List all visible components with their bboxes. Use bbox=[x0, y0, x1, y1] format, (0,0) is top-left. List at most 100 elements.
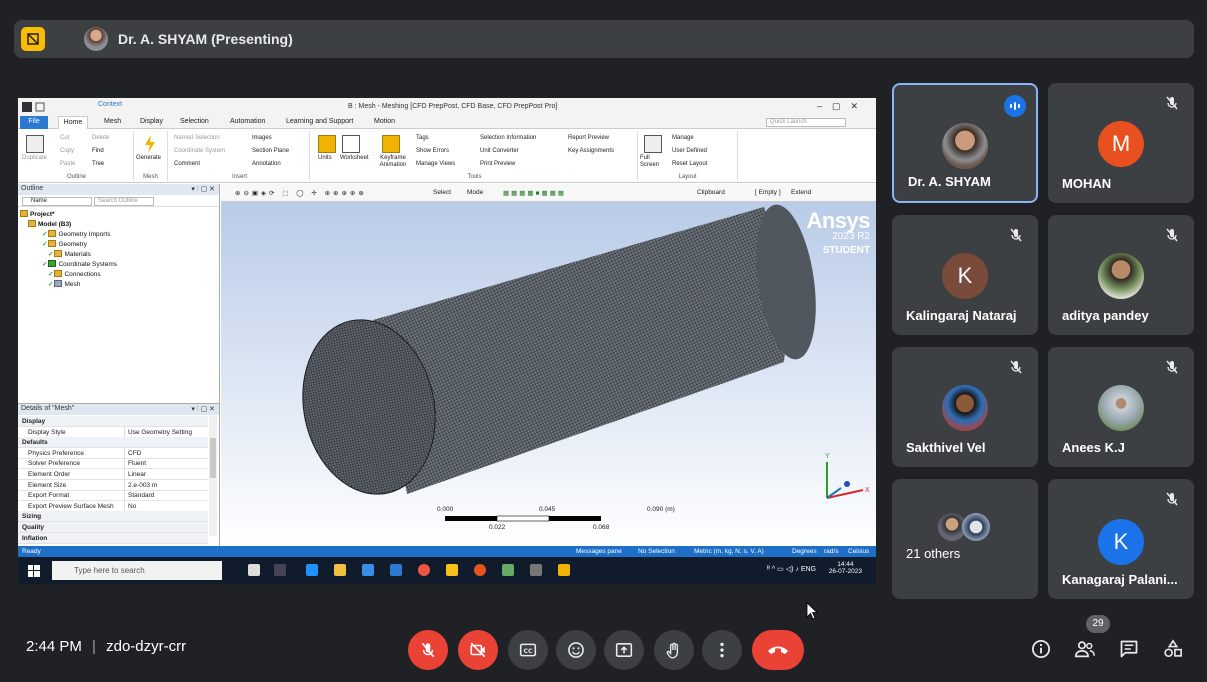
user-defined-button[interactable]: User Defined bbox=[672, 148, 707, 154]
report-preview-button[interactable]: Report Preview bbox=[568, 135, 609, 141]
delete-button[interactable]: Delete bbox=[92, 135, 109, 141]
taskbar-clock[interactable]: 14:44 26-07-2023 bbox=[829, 561, 862, 575]
file-explorer-icon[interactable] bbox=[334, 564, 346, 576]
images-button[interactable]: Images bbox=[252, 135, 272, 141]
units-button[interactable]: Units bbox=[318, 155, 332, 161]
zoom-tools-icons[interactable]: ⊕⊖▣◈⟳ ⬚ ◯ ✛ ⊕⊕⊕⊕⊕ bbox=[235, 189, 367, 197]
selection-filter-icons[interactable]: ▦▦▦▦■▦▦▦ bbox=[503, 189, 566, 197]
generate-icon[interactable] bbox=[143, 135, 157, 153]
tree-item-connections[interactable]: ✓ Connections bbox=[48, 270, 101, 278]
details-value[interactable]: CFD bbox=[124, 447, 141, 458]
details-group-row[interactable]: Sizing bbox=[18, 511, 208, 523]
tree-item-mesh[interactable]: ✓ Mesh bbox=[48, 280, 80, 288]
participant-tile-mohan[interactable]: M MOHAN bbox=[1048, 83, 1194, 203]
chat-button[interactable] bbox=[1116, 636, 1142, 662]
tab-mesh[interactable]: Mesh bbox=[104, 118, 121, 125]
details-group-row[interactable]: Defaults bbox=[18, 437, 208, 449]
tree-item-model[interactable]: Model (B3) bbox=[28, 220, 71, 228]
details-group-row[interactable]: Display bbox=[18, 416, 208, 427]
find-button[interactable]: Find bbox=[92, 148, 104, 154]
details-value[interactable]: Linear bbox=[124, 469, 146, 479]
tags-button[interactable]: Tags bbox=[416, 135, 429, 141]
section-plane-button[interactable]: Section Plane bbox=[252, 148, 289, 154]
edge-icon[interactable] bbox=[306, 564, 318, 576]
system-tray[interactable]: ᴿ ^ ▭ ◁) ♪ ENG bbox=[767, 565, 816, 573]
manage-views-button[interactable]: Manage Views bbox=[416, 161, 455, 167]
window-controls[interactable]: –▢✕ bbox=[817, 101, 868, 112]
cut-button[interactable]: Cut bbox=[60, 135, 69, 141]
present-button[interactable] bbox=[604, 630, 644, 670]
details-row[interactable]: Export Preview Surface Mesh No bbox=[18, 500, 208, 512]
keyframe-animation-button[interactable]: Keyframe Animation bbox=[376, 155, 410, 169]
tree-button[interactable]: Tree bbox=[92, 161, 104, 167]
tab-learning[interactable]: Learning and Support bbox=[286, 118, 353, 125]
windows-start-icon[interactable] bbox=[28, 565, 40, 577]
select-button[interactable]: Select bbox=[433, 189, 451, 196]
tree-item-geometry[interactable]: ✓ Geometry bbox=[42, 240, 87, 248]
store-icon[interactable] bbox=[362, 564, 374, 576]
tab-file[interactable]: File bbox=[20, 116, 48, 129]
activities-button[interactable] bbox=[1160, 636, 1186, 662]
people-button[interactable] bbox=[1072, 636, 1098, 662]
details-row[interactable]: Export Format Standard bbox=[18, 490, 208, 502]
copy-button[interactable]: Copy bbox=[60, 148, 74, 154]
details-group-row[interactable]: Quality bbox=[18, 522, 208, 533]
tree-item-project[interactable]: Project* bbox=[20, 210, 55, 218]
details-value[interactable]: 2.e-003 m bbox=[124, 479, 157, 490]
name-filter-select[interactable]: Name bbox=[22, 197, 92, 206]
details-row[interactable]: Display Style Use Geometry Setting bbox=[18, 426, 208, 438]
rad-status[interactable]: rad/s bbox=[824, 548, 838, 555]
participant-tile-aditya[interactable]: aditya pandey bbox=[1048, 215, 1194, 335]
worksheet-button[interactable]: Worksheet bbox=[340, 155, 369, 161]
captions-button[interactable]: CC bbox=[508, 630, 548, 670]
meeting-code[interactable]: zdo-dzyr-crr bbox=[106, 638, 186, 655]
details-row[interactable]: Element Size 2.e-003 m bbox=[18, 479, 208, 491]
tab-display[interactable]: Display bbox=[140, 118, 163, 125]
paste-button[interactable]: Paste bbox=[60, 161, 75, 167]
chrome-icon[interactable] bbox=[418, 564, 430, 576]
generate-button[interactable]: Generate bbox=[136, 155, 161, 161]
coordinate-system-button[interactable]: Coordinate System bbox=[174, 148, 225, 154]
worksheet-icon[interactable] bbox=[342, 135, 360, 153]
raise-hand-button[interactable] bbox=[654, 630, 694, 670]
temperature-status[interactable]: Celsius bbox=[848, 548, 869, 555]
details-row[interactable]: Physics Preference CFD bbox=[18, 447, 208, 459]
panel-controls[interactable]: ▾ ⫶ ▢ ✕ bbox=[191, 185, 215, 194]
task-view-icon[interactable] bbox=[274, 564, 286, 576]
reset-layout-button[interactable]: Reset Layout bbox=[672, 161, 707, 167]
mic-toggle-button[interactable] bbox=[408, 630, 448, 670]
leave-call-button[interactable] bbox=[752, 630, 804, 670]
extend-button[interactable]: Extend bbox=[791, 189, 811, 196]
tree-item-coordinate-systems[interactable]: ✓ Coordinate Systems bbox=[42, 260, 117, 268]
camera-toggle-button[interactable] bbox=[458, 630, 498, 670]
participant-tile-kanagaraj[interactable]: K Kanagaraj Palani... bbox=[1048, 479, 1194, 599]
mode-button[interactable]: Mode bbox=[467, 189, 483, 196]
tab-selection[interactable]: Selection bbox=[180, 118, 209, 125]
pin-icon[interactable] bbox=[21, 27, 45, 51]
details-group-row[interactable]: Inflation bbox=[18, 532, 208, 544]
details-value[interactable]: Standard bbox=[124, 490, 154, 501]
duplicate-icon[interactable] bbox=[26, 135, 44, 153]
annotation-button[interactable]: Annotation bbox=[252, 161, 281, 167]
details-value[interactable]: Use Geometry Setting bbox=[124, 426, 192, 437]
taskbar-search-input[interactable]: Type here to search bbox=[52, 561, 222, 580]
mic-taskbar-icon[interactable] bbox=[248, 564, 260, 576]
meshing-icon[interactable] bbox=[530, 564, 542, 576]
meeting-details-button[interactable] bbox=[1028, 636, 1054, 662]
more-options-button[interactable] bbox=[702, 630, 742, 670]
participant-tile-dr-a-shyam[interactable]: Dr. A. SHYAM bbox=[892, 83, 1038, 203]
details-value[interactable]: No bbox=[124, 500, 136, 511]
participant-tile-sakthivel[interactable]: Sakthivel Vel bbox=[892, 347, 1038, 467]
tree-item-geometry-imports[interactable]: ✓ Geometry Imports bbox=[42, 230, 110, 238]
show-errors-button[interactable]: Show Errors bbox=[416, 148, 449, 154]
details-row[interactable]: Solver Preference Fluent bbox=[18, 458, 208, 470]
clipboard-button[interactable]: Clipboard bbox=[697, 189, 725, 196]
quick-access-icons[interactable] bbox=[22, 101, 62, 113]
ansys-taskbar-icon[interactable] bbox=[558, 564, 570, 576]
tab-automation[interactable]: Automation bbox=[230, 118, 265, 125]
sticky-notes-icon[interactable] bbox=[446, 564, 458, 576]
units-icon[interactable] bbox=[318, 135, 336, 153]
tree-item-materials[interactable]: ✓ Materials bbox=[48, 250, 91, 258]
details-value[interactable]: Fluent bbox=[124, 458, 146, 469]
reactions-button[interactable] bbox=[556, 630, 596, 670]
